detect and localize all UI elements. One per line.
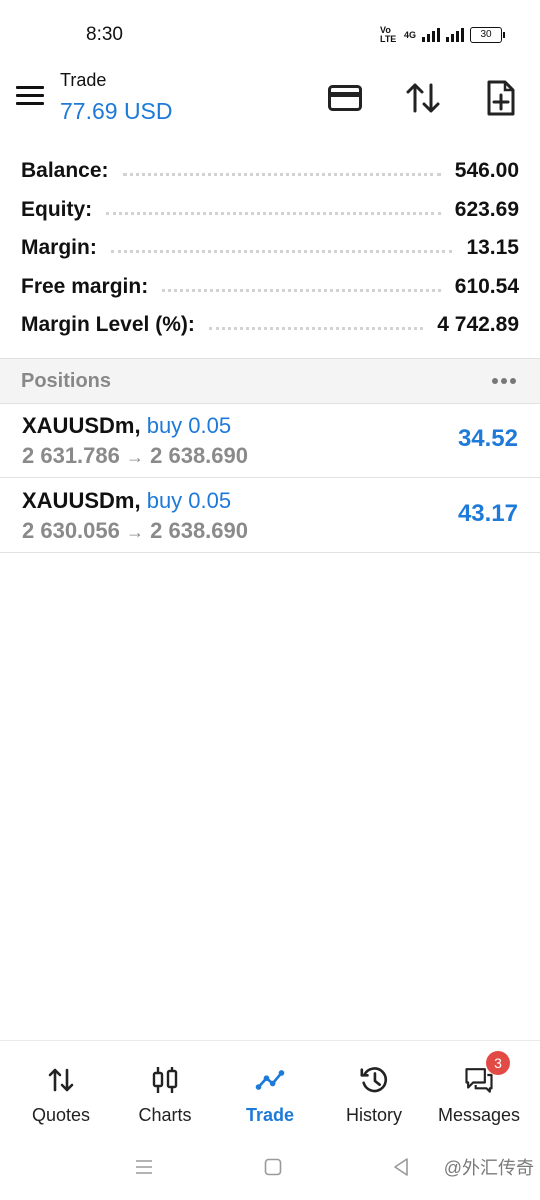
summary-value: 546.00 — [454, 159, 519, 182]
position-symbol: XAUUSDm, — [22, 488, 141, 513]
summary-value: 13.15 — [466, 236, 519, 259]
trade-line-icon — [255, 1065, 285, 1095]
nav-label: Charts — [138, 1105, 192, 1125]
nav-history[interactable]: History — [320, 1041, 428, 1137]
leader-dots — [122, 172, 441, 176]
nav-label: Trade — [245, 1105, 295, 1125]
sort-icon[interactable] — [403, 78, 443, 118]
battery-icon: 30 — [470, 27, 505, 43]
position-profit: 34.52 — [457, 425, 518, 452]
arrow-icon: → — [126, 522, 144, 542]
summary-row-balance: Balance: 546.00 — [21, 152, 519, 190]
page-title: Trade — [60, 70, 107, 90]
leader-dots — [208, 326, 424, 330]
bottom-nav: Quotes Charts Trade History 3 Messages — [0, 1040, 540, 1137]
open-price: 2 631.786 — [22, 443, 120, 468]
nav-messages[interactable]: 3 Messages — [425, 1041, 533, 1137]
candlestick-icon — [150, 1065, 180, 1095]
deposit-card-icon[interactable] — [325, 78, 365, 118]
summary-label: Margin Level (%): — [21, 313, 195, 336]
leader-dots — [162, 288, 441, 292]
summary-label: Free margin: — [21, 275, 149, 298]
history-clock-icon — [359, 1065, 389, 1095]
new-order-icon[interactable] — [481, 78, 521, 118]
menu-icon[interactable] — [16, 86, 44, 106]
status-indicators: Vo LTE 4G 30 — [379, 25, 505, 44]
nav-label: Quotes — [31, 1105, 91, 1125]
position-symbol: XAUUSDm, — [22, 413, 141, 438]
arrow-icon: → — [126, 447, 144, 467]
position-symbol-line: XAUUSDm, buy 0.05 — [22, 488, 231, 514]
summary-row-equity: Equity: 623.69 — [21, 191, 519, 229]
nav-charts[interactable]: Charts — [111, 1041, 219, 1137]
network-type: 4G — [403, 30, 416, 40]
summary-row-margin-level: Margin Level (%): 4 742.89 — [21, 306, 519, 344]
summary-row-free-margin: Free margin: 610.54 — [21, 268, 519, 306]
current-price: 2 638.690 — [150, 518, 248, 543]
unread-badge: 3 — [486, 1051, 510, 1075]
nav-trade[interactable]: Trade — [216, 1041, 324, 1137]
nav-quotes[interactable]: Quotes — [7, 1041, 115, 1137]
summary-label: Balance: — [21, 159, 109, 182]
signal-icon — [422, 28, 440, 42]
position-symbol-line: XAUUSDm, buy 0.05 — [22, 413, 231, 439]
summary-label: Equity: — [21, 198, 93, 221]
recents-icon[interactable] — [134, 1157, 154, 1182]
summary-value: 623.69 — [454, 198, 519, 221]
nav-label: History — [345, 1105, 402, 1125]
volte-indicator: Vo LTE — [379, 25, 397, 44]
nav-label: Messages — [437, 1105, 521, 1125]
status-time: 8:30 — [86, 24, 123, 45]
summary-label: Margin: — [21, 236, 97, 259]
signal-icon-2 — [446, 28, 464, 42]
leader-dots — [110, 249, 453, 253]
system-nav-bar: @外汇传奇 — [0, 1140, 540, 1200]
current-price: 2 638.690 — [150, 443, 248, 468]
leader-dots — [106, 211, 441, 215]
positions-header: Positions — [0, 358, 540, 404]
summary-row-margin: Margin: 13.15 — [21, 229, 519, 267]
position-row[interactable]: XAUUSDm, buy 0.05 2 630.056 → 2 638.690 … — [0, 478, 540, 553]
position-profit: 43.17 — [457, 500, 518, 527]
summary-value: 610.54 — [454, 275, 519, 298]
watermark-text: @外汇传奇 — [443, 1158, 534, 1178]
back-icon[interactable] — [392, 1157, 410, 1182]
quotes-arrows-icon — [46, 1065, 76, 1095]
position-side: buy 0.05 — [146, 413, 232, 438]
position-row[interactable]: XAUUSDm, buy 0.05 2 631.786 → 2 638.690 … — [0, 403, 540, 478]
home-icon[interactable] — [264, 1158, 282, 1181]
position-prices: 2 630.056 → 2 638.690 — [22, 518, 248, 544]
account-profit: 77.69 USD — [60, 98, 173, 124]
positions-title: Positions — [21, 370, 112, 392]
chat-bubbles-icon: 3 — [464, 1051, 510, 1095]
open-price: 2 630.056 — [22, 518, 120, 543]
position-prices: 2 631.786 → 2 638.690 — [22, 443, 248, 469]
position-side: buy 0.05 — [146, 488, 232, 513]
summary-value: 4 742.89 — [437, 313, 519, 336]
more-options-icon[interactable] — [492, 378, 516, 384]
